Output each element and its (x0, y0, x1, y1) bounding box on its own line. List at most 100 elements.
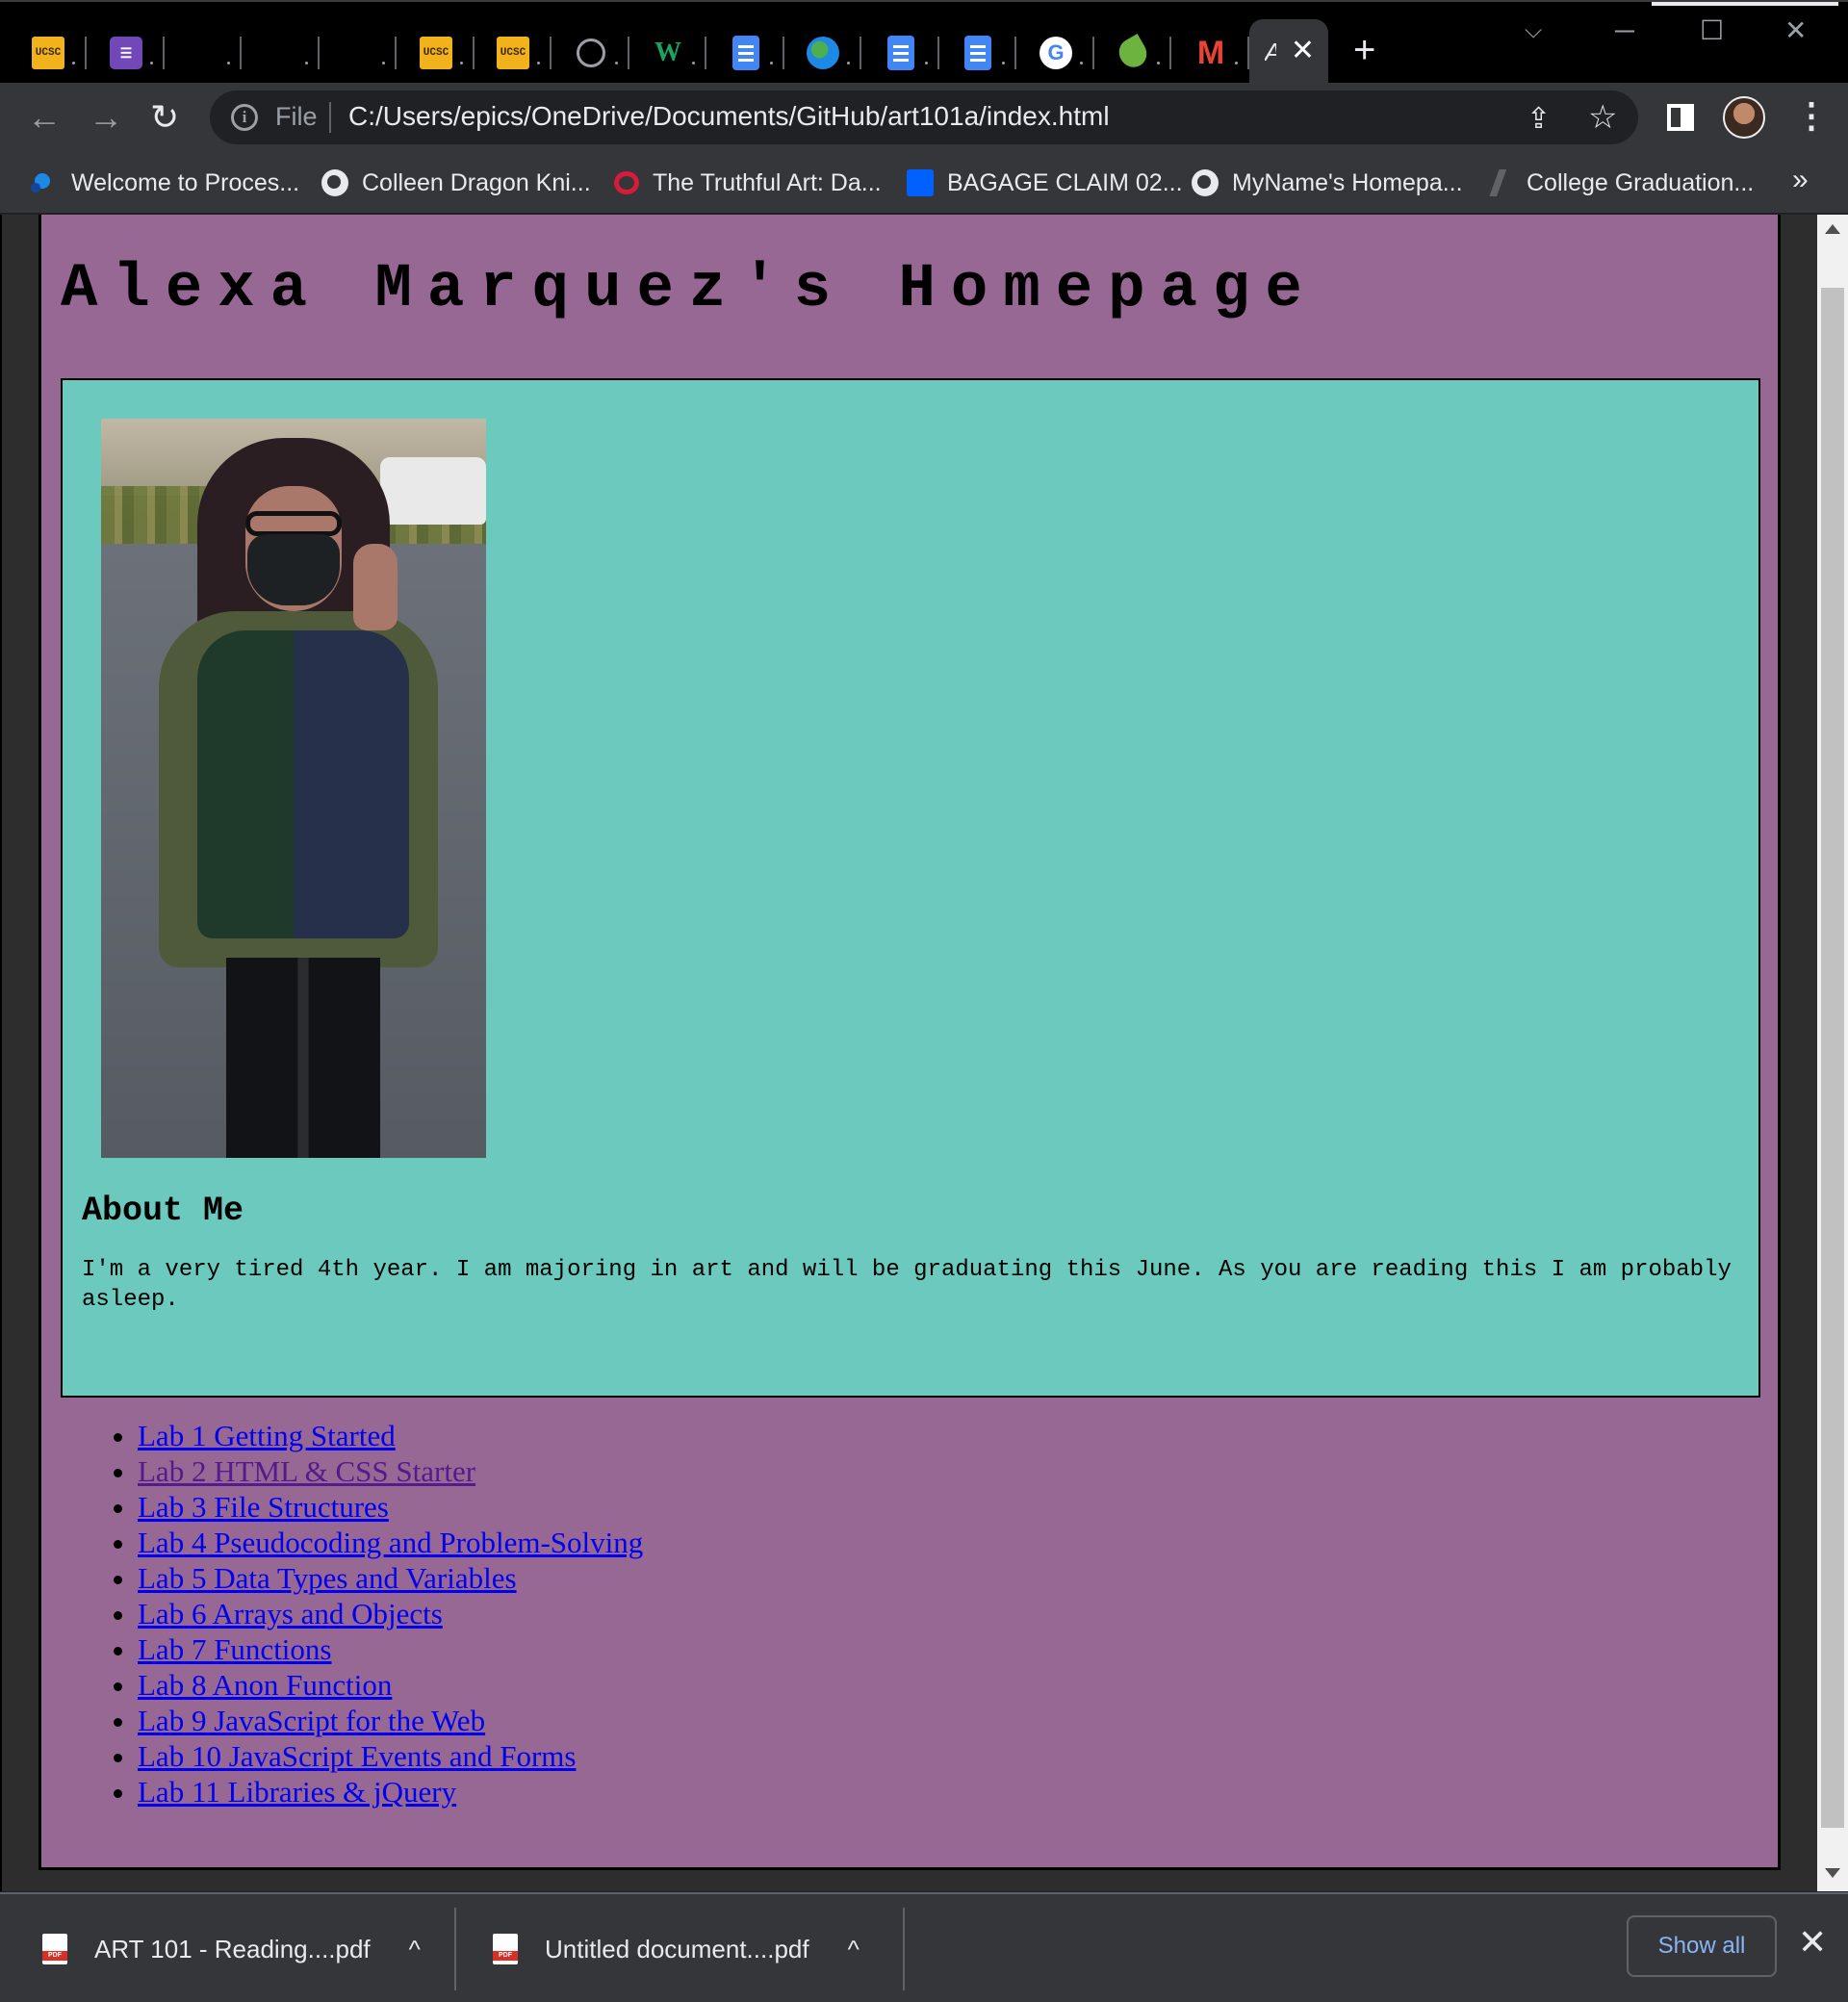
site-info-icon[interactable]: i (231, 104, 258, 131)
docs-icon (732, 36, 759, 70)
download-item-art101[interactable]: ART 101 - Reading....pdf ^ (42, 1900, 421, 1998)
slash-icon (1486, 169, 1513, 196)
share-icon[interactable]: ⇪ (1527, 102, 1551, 136)
lab-link-1[interactable]: Lab 1 Getting Started (138, 1419, 396, 1452)
side-panel-icon[interactable] (1667, 104, 1694, 131)
list-item: Lab 4 Pseudocoding and Problem-Solving (138, 1525, 643, 1560)
show-all-downloads-button[interactable]: Show all (1627, 1915, 1777, 1977)
tab-list-1[interactable]: ☰ (88, 21, 165, 85)
lab-link-9[interactable]: Lab 9 JavaScript for the Web (138, 1704, 485, 1737)
blank-icon (187, 37, 219, 69)
tab-blank-4[interactable] (320, 21, 397, 85)
bookmark-college-graduation[interactable]: College Graduation... (1486, 164, 1754, 202)
window-close-button[interactable]: ✕ (1784, 12, 1807, 50)
address-bar[interactable]: i File C:/Users/epics/OneDrive/Documents… (210, 90, 1638, 144)
lab-link-3[interactable]: Lab 3 File Structures (138, 1490, 389, 1524)
download-divider (903, 1908, 905, 1990)
tab-divider (240, 37, 242, 69)
bookmark-label: BAGAGE CLAIM 02... (947, 168, 1183, 196)
lab-link-11[interactable]: Lab 11 Libraries & jQuery (138, 1775, 456, 1809)
download-item-untitled[interactable]: Untitled document....pdf ^ (493, 1900, 860, 1998)
vertical-scrollbar[interactable] (1817, 215, 1848, 1891)
bookmark-label: Welcome to Proces... (71, 168, 300, 196)
tab-active-homepage[interactable]: A ✕ (1249, 19, 1328, 85)
tab-github-7[interactable] (552, 21, 629, 85)
lab-links-list: Lab 1 Getting StartedLab 2 HTML & CSS St… (138, 1418, 643, 1810)
evernote-icon (1114, 34, 1152, 72)
list-item: Lab 11 Libraries & jQuery (138, 1774, 643, 1810)
gmail-icon: M (1196, 34, 1225, 71)
scroll-down-arrow-icon[interactable] (1825, 1868, 1840, 1878)
tab-close-icon[interactable]: ✕ (1291, 35, 1315, 67)
bookmark-truthful-art[interactable]: The Truthful Art: Da... (614, 164, 882, 202)
lab-link-4[interactable]: Lab 4 Pseudocoding and Problem-Solving (138, 1526, 643, 1559)
google-icon: G (1040, 37, 1072, 69)
list-item: Lab 5 Data Types and Variables (138, 1560, 643, 1596)
tab-ucsc-6[interactable]: UCSC (475, 21, 552, 85)
webtoon-icon: W (654, 38, 681, 67)
back-button[interactable]: ← (27, 98, 62, 137)
maximize-button[interactable]: ☐ (1700, 12, 1724, 50)
page-title: Alexa Marquez's Homepage (61, 255, 1318, 324)
tab-search-icon[interactable]: ⌵ (1525, 17, 1542, 44)
bookmark-star-icon[interactable]: ☆ (1588, 98, 1617, 137)
more-bookmarks-button[interactable]: » (1792, 164, 1809, 196)
tab-divider (705, 37, 706, 69)
tab-ucsc-5[interactable]: UCSC (398, 21, 475, 85)
about-heading: About Me (82, 1192, 244, 1230)
close-download-shelf-icon[interactable]: ✕ (1798, 1923, 1827, 1962)
lab-link-6[interactable]: Lab 6 Arrays and Objects (138, 1597, 443, 1630)
tab-docs-11[interactable] (862, 21, 939, 85)
list-icon: ☰ (110, 37, 142, 69)
about-text: I'm a very tired 4th year. I am majoring… (82, 1257, 1732, 1313)
chevron-up-icon[interactable]: ^ (848, 1935, 860, 1964)
bookmark-label: Colleen Dragon Kni... (362, 168, 591, 196)
list-item: Lab 1 Getting Started (138, 1418, 643, 1453)
chevron-up-icon[interactable]: ^ (409, 1935, 421, 1964)
tab-webtoon-8[interactable]: W (629, 21, 706, 85)
browser-toolbar: ← → ↻ i File C:/Users/epics/OneDrive/Doc… (0, 83, 1848, 152)
new-tab-button[interactable]: + (1353, 31, 1375, 69)
tab-evernote-14[interactable] (1094, 21, 1171, 85)
tab-gmail-15[interactable]: M (1172, 21, 1249, 85)
scroll-thumb[interactable] (1821, 288, 1844, 1828)
forward-button[interactable]: → (89, 98, 123, 137)
about-card: About Me I'm a very tired 4th year. I am… (61, 378, 1760, 1398)
tab-ucsc-0[interactable]: UCSC (10, 21, 87, 85)
list-item: Lab 8 Anon Function (138, 1667, 643, 1703)
lab-link-10[interactable]: Lab 10 JavaScript Events and Forms (138, 1739, 576, 1773)
reload-button[interactable]: ↻ (150, 98, 179, 137)
bookmark-myname-homepage[interactable]: MyName's Homepa... (1192, 164, 1463, 202)
lab-link-8[interactable]: Lab 8 Anon Function (138, 1668, 392, 1702)
profile-avatar[interactable] (1723, 96, 1765, 139)
tab-divider (1014, 37, 1016, 69)
lab-link-7[interactable]: Lab 7 Functions (138, 1632, 332, 1666)
ucsc-icon: UCSC (497, 37, 529, 69)
scroll-up-arrow-icon[interactable] (1825, 224, 1840, 234)
bookmark-bagage-claim[interactable]: BAGAGE CLAIM 02... (907, 164, 1183, 202)
lab-link-2[interactable]: Lab 2 HTML & CSS Starter (138, 1454, 475, 1488)
tab-google-13[interactable]: G (1017, 21, 1094, 85)
lab-link-5[interactable]: Lab 5 Data Types and Variables (138, 1561, 517, 1595)
tab-globe-10[interactable] (784, 21, 861, 85)
globe-icon (321, 169, 348, 196)
blank-icon (265, 37, 297, 69)
browser-menu-icon[interactable]: ⋮ (1794, 96, 1829, 135)
opera-icon (614, 171, 639, 194)
tab-docs-9[interactable] (707, 21, 784, 85)
dropbox-icon (907, 169, 934, 196)
tab-divider (395, 37, 397, 69)
tab-blank-2[interactable] (165, 21, 242, 85)
docs-icon (964, 36, 991, 70)
url-text[interactable]: C:/Users/epics/OneDrive/Documents/GitHub… (348, 101, 1110, 132)
bookmark-welcome-processing[interactable]: Welcome to Proces... (31, 164, 299, 202)
bookmark-label: College Graduation... (1527, 168, 1755, 196)
bookmark-colleen-dragon[interactable]: Colleen Dragon Kni... (321, 164, 591, 202)
tab-docs-12[interactable] (939, 21, 1016, 85)
tab-title: A (1265, 38, 1276, 67)
download-filename: Untitled document....pdf (545, 1934, 809, 1964)
url-scheme-label: File (275, 102, 318, 131)
download-divider (454, 1908, 456, 1990)
minimize-button[interactable]: ─ (1615, 12, 1634, 50)
tab-blank-3[interactable] (243, 21, 320, 85)
